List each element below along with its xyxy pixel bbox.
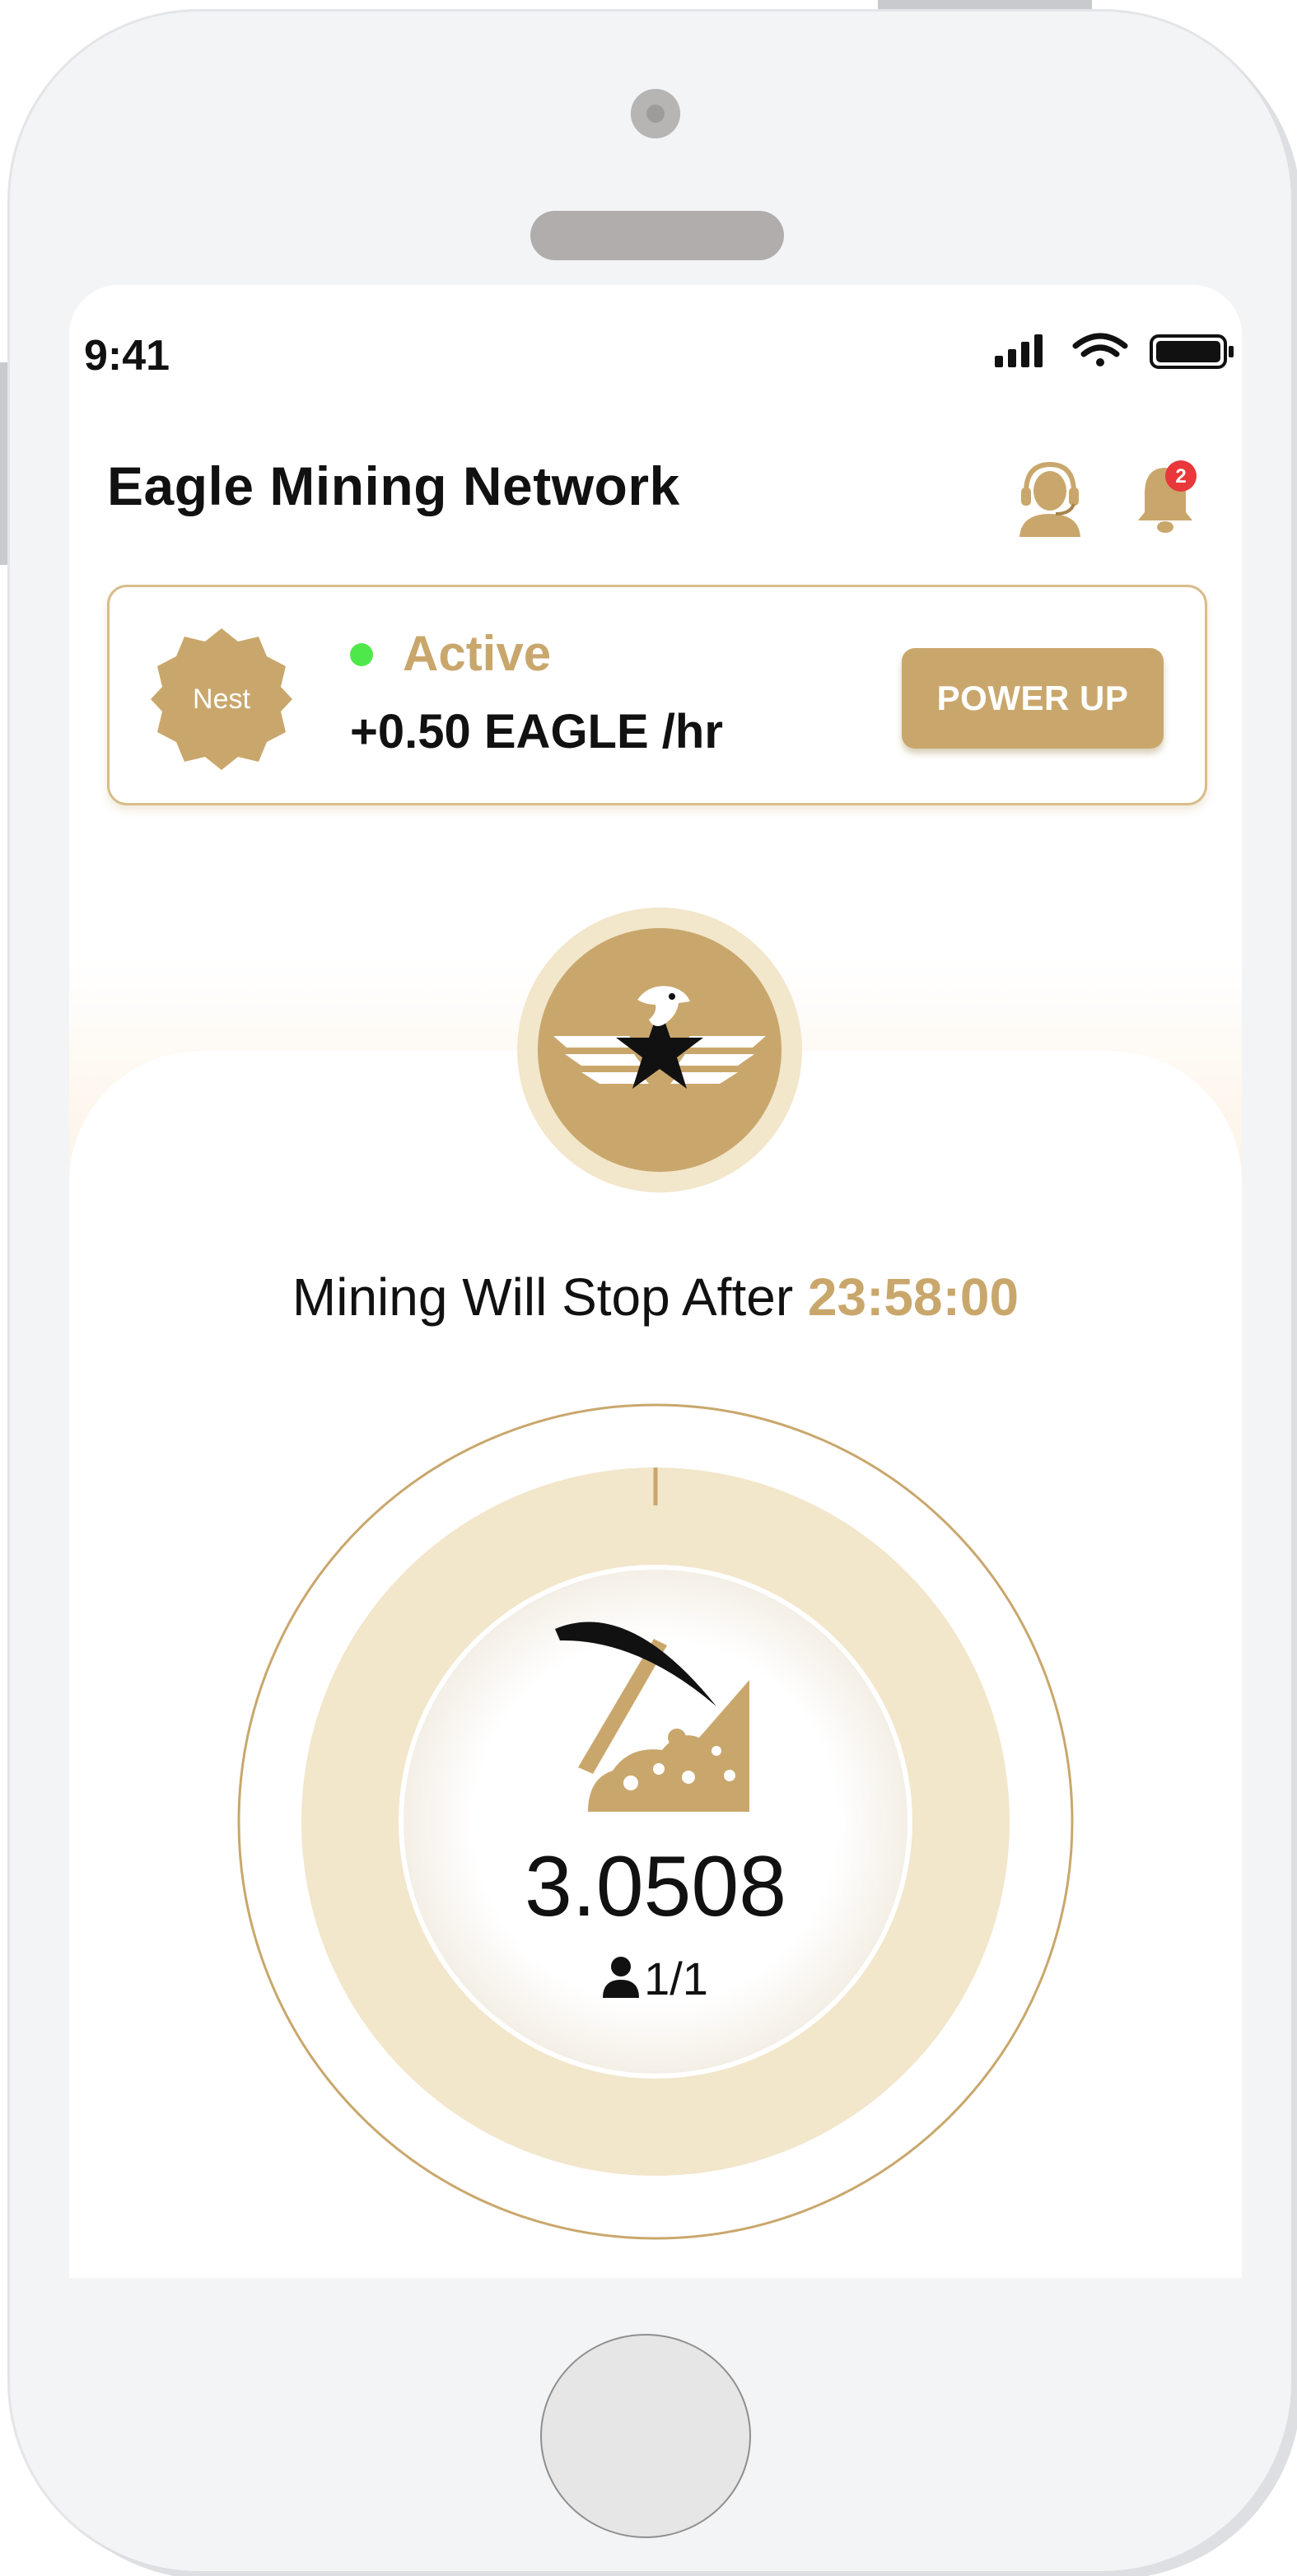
active-indicator	[350, 643, 373, 666]
bell-icon: 2	[1138, 460, 1197, 533]
eagle-logo-icon	[517, 908, 802, 1192]
app-screen: 9:41 Eagle Mining Network 2 Nest Active …	[69, 285, 1242, 2278]
phone-side-button-left	[0, 362, 10, 565]
home-button[interactable]	[540, 2334, 751, 2538]
notifications-button[interactable]: 2	[1128, 456, 1202, 539]
mining-countdown: 23:58:00	[807, 1267, 1019, 1327]
status-bar: 9:41	[69, 285, 1242, 384]
referral-count-row: 1/1	[69, 1952, 1242, 2005]
battery-icon	[1150, 334, 1234, 369]
pickaxe-icon	[555, 1622, 749, 1812]
power-up-button[interactable]: POWER UP	[902, 648, 1164, 749]
wifi-icon	[1072, 333, 1128, 366]
support-agent-icon[interactable]	[1013, 456, 1087, 539]
nest-badge-label: Nest	[193, 684, 250, 715]
notification-count: 2	[1175, 465, 1186, 488]
mining-rate: +0.50 EAGLE /hr	[350, 705, 723, 758]
referral-count: 1/1	[644, 1953, 708, 2004]
signal-icon	[995, 334, 1043, 367]
mining-stop-label: Mining Will Stop After	[292, 1267, 794, 1327]
mining-dial[interactable]	[236, 1402, 1075, 2242]
mining-status: Active	[403, 626, 552, 681]
earpiece-speaker	[530, 211, 784, 260]
front-camera	[631, 89, 680, 138]
mining-status-card: Nest Active +0.50 EAGLE /hr POWER UP	[107, 585, 1207, 805]
status-time: 9:41	[84, 332, 170, 380]
mining-countdown-text: Mining Will Stop After 23:58:00	[69, 1267, 1242, 1328]
app-title: Eagle Mining Network	[107, 455, 680, 516]
status-icons	[995, 333, 1234, 369]
user-icon	[603, 1957, 640, 1998]
mining-balance: 3.0508	[524, 1839, 787, 1934]
